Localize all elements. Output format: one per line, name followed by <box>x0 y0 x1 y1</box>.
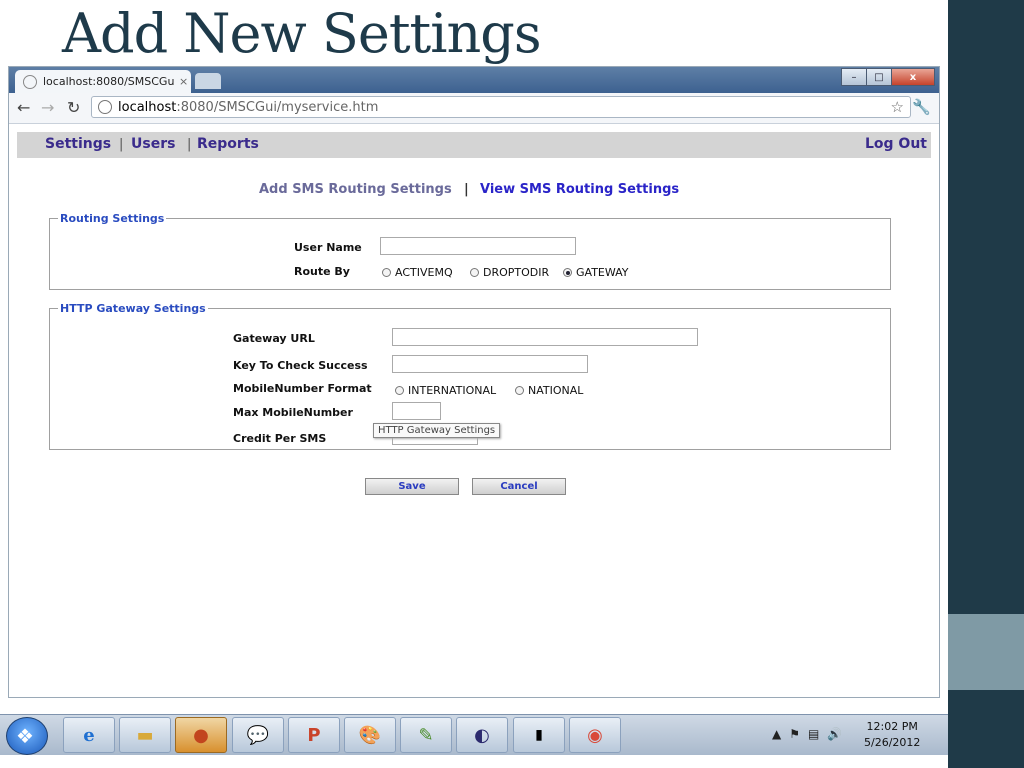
mobile-format-label: MobileNumber Format <box>233 382 372 395</box>
paint-palette-icon[interactable]: 🎨 <box>344 717 396 753</box>
forward-arrow-icon[interactable]: → <box>41 98 54 117</box>
nav-users-link[interactable]: Users <box>131 136 175 152</box>
user-name-label: User Name <box>294 241 362 254</box>
format-international-radio[interactable]: INTERNATIONAL <box>395 384 496 397</box>
bookmark-star-icon[interactable]: ☆ <box>891 98 904 116</box>
route-droptodir-radio[interactable]: DROPTODIR <box>470 266 549 279</box>
nav-separator: | <box>187 137 192 152</box>
eclipse-icon[interactable]: ◐ <box>456 717 508 753</box>
routing-settings-fieldset: Routing Settings User Name Route By ACTI… <box>49 212 891 290</box>
route-activemq-radio[interactable]: ACTIVEMQ <box>382 266 453 279</box>
credit-per-sms-label: Credit Per SMS <box>233 432 327 445</box>
radio-button-icon <box>382 268 391 277</box>
nav-separator: | <box>119 137 124 152</box>
cancel-button[interactable]: Cancel <box>472 478 566 495</box>
route-option-label: DROPTODIR <box>483 266 550 279</box>
key-success-input[interactable] <box>392 355 588 373</box>
page-info-icon[interactable] <box>98 100 112 114</box>
folder-icon[interactable]: ▬ <box>119 717 171 753</box>
route-by-label: Route By <box>294 265 350 278</box>
sublink-separator: | <box>464 182 469 197</box>
http-gateway-fieldset: HTTP Gateway Settings Gateway URL Key To… <box>49 302 891 450</box>
windows-logo-icon: ❖ <box>16 724 34 748</box>
nav-settings-link[interactable]: Settings <box>45 136 111 152</box>
route-option-label: ACTIVEMQ <box>395 266 453 279</box>
clock-date: 5/26/2012 <box>864 736 921 749</box>
radio-button-icon <box>470 268 479 277</box>
system-clock[interactable]: 12:02 PM 5/26/2012 <box>864 719 920 751</box>
close-window-button[interactable]: x <box>891 68 935 86</box>
url-path: :8080/SMSCGui/myservice.htm <box>176 99 379 115</box>
slide-side-accent <box>948 614 1024 690</box>
max-mobile-input[interactable] <box>392 402 441 420</box>
network-icon[interactable]: ▤ <box>808 727 819 741</box>
gateway-url-label: Gateway URL <box>233 332 315 345</box>
route-option-label: GATEWAY <box>576 266 629 279</box>
radio-button-icon <box>515 386 524 395</box>
user-name-input[interactable] <box>380 237 576 255</box>
tab-title: localhost:8080/SMSCGui/m <box>43 75 175 88</box>
show-hidden-icons-icon[interactable]: ▲ <box>772 727 781 741</box>
chat-icon[interactable]: 💬 <box>232 717 284 753</box>
route-gateway-radio[interactable]: GATEWAY <box>563 266 629 279</box>
format-option-label: NATIONAL <box>528 384 584 397</box>
new-tab-button[interactable] <box>195 73 221 89</box>
notepad-icon[interactable]: ✎ <box>400 717 452 753</box>
radio-button-selected-icon <box>563 268 572 277</box>
back-arrow-icon[interactable]: ← <box>17 98 30 117</box>
app-nav-bar: Settings | Users | Reports Log Out <box>17 132 931 158</box>
wrench-icon[interactable]: 🔧 <box>912 98 931 116</box>
globe-icon <box>23 74 37 89</box>
window-controls: – □ x <box>841 68 935 86</box>
browser-toolbar: ← → ↻ localhost:8080/SMSCGui/myservice.h… <box>9 93 939 124</box>
key-success-label: Key To Check Success <box>233 359 368 372</box>
browser-window: localhost:8080/SMSCGui/m × – □ x ← → ↻ l… <box>8 66 940 698</box>
view-routing-settings-link[interactable]: View SMS Routing Settings <box>480 182 679 197</box>
internet-explorer-icon[interactable]: e <box>63 717 115 753</box>
reload-icon[interactable]: ↻ <box>67 98 80 117</box>
url-host: localhost <box>118 99 177 115</box>
format-national-radio[interactable]: NATIONAL <box>515 384 583 397</box>
max-mobile-label: Max MobileNumber <box>233 406 353 419</box>
page-viewport: Settings | Users | Reports Log Out Add S… <box>9 124 939 697</box>
powerpoint-icon[interactable]: P <box>288 717 340 753</box>
gateway-url-input[interactable] <box>392 328 698 346</box>
nav-reports-link[interactable]: Reports <box>197 136 259 152</box>
slide-title: Add New Settings <box>62 2 542 65</box>
tab-strip: localhost:8080/SMSCGui/m × – □ x <box>9 67 939 93</box>
routing-settings-legend: Routing Settings <box>60 212 165 225</box>
save-button[interactable]: Save <box>365 478 459 495</box>
format-option-label: INTERNATIONAL <box>408 384 497 397</box>
system-tray: ▲ ⚑ ▤ 🔊 <box>772 727 842 741</box>
add-routing-settings-link[interactable]: Add SMS Routing Settings <box>259 182 452 197</box>
terminal-icon[interactable]: ▮ <box>513 717 565 753</box>
http-gateway-legend: HTTP Gateway Settings <box>60 302 206 315</box>
clock-time: 12:02 PM <box>866 720 918 733</box>
address-bar[interactable]: localhost:8080/SMSCGui/myservice.htm ☆ <box>91 96 911 118</box>
action-center-icon[interactable]: ⚑ <box>789 727 800 741</box>
minimize-button[interactable]: – <box>841 68 867 86</box>
maximize-button[interactable]: □ <box>866 68 892 86</box>
start-button[interactable]: ❖ <box>6 717 48 755</box>
tab-close-icon[interactable]: × <box>179 75 188 88</box>
volume-icon[interactable]: 🔊 <box>827 727 842 741</box>
windows-taskbar: ❖ e ▬ ● 💬 P 🎨 ✎ ◐ ▮ ◉ ▲ ⚑ ▤ 🔊 12:02 PM 5… <box>0 714 948 755</box>
chrome-icon[interactable]: ◉ <box>569 717 621 753</box>
firefox-icon[interactable]: ● <box>175 717 227 753</box>
browser-tab[interactable]: localhost:8080/SMSCGui/m × <box>15 70 191 93</box>
radio-button-icon <box>395 386 404 395</box>
logout-link[interactable]: Log Out <box>865 136 927 152</box>
tooltip: HTTP Gateway Settings <box>373 423 501 438</box>
